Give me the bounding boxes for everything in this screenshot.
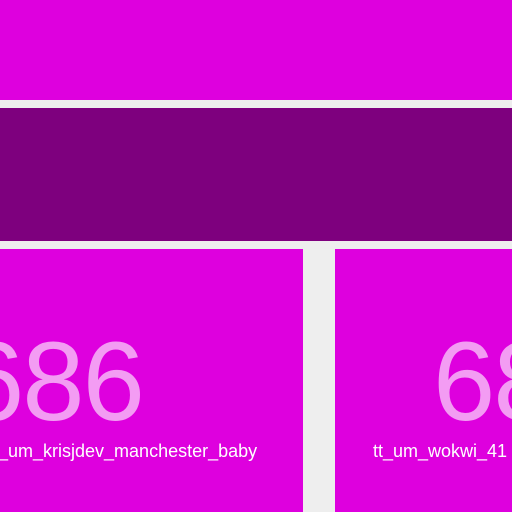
project-tile[interactable]: 68 tt_um_wokwi_41 <box>335 249 512 512</box>
dashboard-canvas: 686 tt_um_krisjdev_manchester_baby 68 tt… <box>0 0 512 512</box>
project-count: 686 <box>0 319 145 444</box>
highlight-band[interactable] <box>0 108 512 241</box>
project-tile[interactable]: 686 tt_um_krisjdev_manchester_baby <box>0 249 303 512</box>
project-name: tt_um_wokwi_41 <box>373 441 508 461</box>
header-band <box>0 0 512 100</box>
project-count: 68 <box>433 319 512 444</box>
project-name: tt_um_krisjdev_manchester_baby <box>0 441 258 461</box>
